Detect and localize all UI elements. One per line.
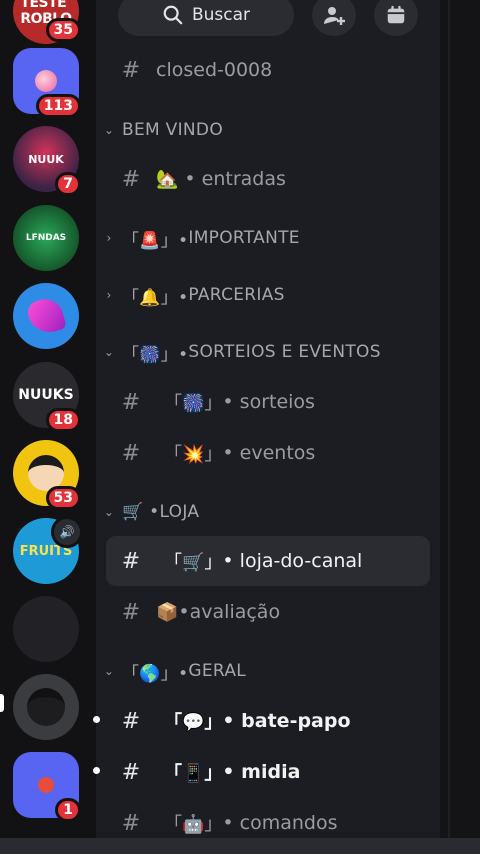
category-sorteios-e-eventos[interactable]: ⌄ 「🎆」• SORTEIOS E EVENTOS (102, 337, 432, 367)
collision-icon: 「💥」 (164, 444, 223, 465)
search-icon (163, 5, 183, 25)
server-icon[interactable]: LFNDAS (13, 205, 79, 271)
unread-badge: 18 (45, 408, 81, 432)
chevron-right-icon: › (106, 288, 112, 302)
category-prefix: 🛒 • (122, 502, 160, 522)
speaker-icon: 🔊 (51, 516, 83, 548)
server-icon[interactable]: 1 (13, 752, 81, 822)
search-label: Buscar (191, 5, 251, 25)
category-label: BEM VINDO (122, 120, 224, 140)
text-channel-icon: # (121, 759, 141, 785)
category-label: LOJA (159, 502, 200, 522)
channel-name: •avaliação (178, 601, 281, 623)
chevron-right-icon: › (106, 231, 112, 245)
server-logo-icon (38, 777, 54, 793)
channel-avaliacao[interactable]: # 📦 •avaliação (106, 588, 430, 636)
channel-name: • eventos (222, 442, 316, 464)
category-importante[interactable]: › 「🚨」• IMPORTANTE (102, 223, 432, 253)
category-prefix: 「🚨」• (122, 230, 189, 251)
category-bem-vindo[interactable]: ⌄ BEM VINDO (102, 115, 432, 145)
text-channel-icon: # (121, 166, 141, 192)
server-icon[interactable] (13, 596, 79, 662)
calendar-icon (387, 5, 405, 24)
text-channel-icon: # (121, 548, 141, 574)
text-channel-icon: # (121, 389, 141, 415)
text-channel-icon: # (121, 708, 141, 734)
selected-server-indicator (0, 694, 4, 712)
server-icon[interactable]: NUUK 7 (13, 126, 81, 196)
channel-name: • sorteios (222, 391, 315, 413)
channel-name: • loja-do-canal (222, 550, 363, 572)
category-label: PARCERIAS (188, 285, 285, 305)
category-parcerias[interactable]: › 「🔔」• PARCERIAS (102, 280, 432, 310)
channel-name: • entradas (184, 168, 286, 190)
chat-area-edge (440, 0, 480, 854)
unread-badge: 53 (45, 486, 81, 510)
text-channel-icon: # (121, 57, 141, 83)
server-icon[interactable]: TESTE ROBLO 35 (13, 0, 81, 44)
channel-eventos[interactable]: # 「💥」 • eventos (106, 429, 430, 477)
unread-indicator (93, 716, 100, 723)
server-icon[interactable]: 53 (13, 440, 81, 510)
category-prefix: 「🔔」• (122, 287, 189, 308)
chevron-down-icon: ⌄ (103, 345, 115, 359)
bottom-nav-bar (0, 838, 480, 854)
category-prefix: 「🎆」• (122, 344, 189, 365)
unread-indicator (93, 767, 100, 774)
category-loja[interactable]: ⌄ 🛒 • LOJA (102, 497, 432, 527)
robot-icon: 「🤖」 (164, 814, 223, 835)
channel-name: closed-0008 (156, 59, 273, 81)
house-icon: 🏡 (156, 168, 179, 190)
category-prefix: 「🌎」• (122, 663, 189, 684)
text-channel-icon: # (121, 810, 141, 836)
server-icon[interactable] (13, 674, 79, 740)
channel-loja-do-canal[interactable]: # 「🛒」 • loja-do-canal (106, 536, 430, 586)
channel-name: • bate-papo (222, 710, 351, 732)
channel-sorteios[interactable]: # 「🎆」 • sorteios (106, 378, 430, 426)
channel-entradas[interactable]: # 🏡 • entradas (106, 155, 430, 203)
chevron-down-icon: ⌄ (103, 123, 115, 137)
chevron-down-icon: ⌄ (103, 505, 115, 519)
channel-name: • comandos (222, 812, 338, 834)
unread-badge: 1 (55, 798, 81, 822)
server-icon[interactable]: FRUITS 🔊 (13, 516, 83, 584)
avatar (27, 688, 65, 726)
server-icon[interactable]: NUUKS 18 (13, 362, 81, 432)
server-icon[interactable] (13, 283, 79, 349)
channel-name: • midia (222, 761, 301, 783)
server-logo-icon (35, 70, 57, 92)
phone-icon: 「📱」 (164, 763, 223, 784)
category-label: IMPORTANTE (188, 228, 300, 248)
category-label: GERAL (188, 661, 247, 681)
text-channel-icon: # (121, 440, 141, 466)
speech-bubble-icon: 「💬」 (164, 712, 223, 733)
chevron-down-icon: ⌄ (103, 664, 115, 678)
add-member-icon (324, 7, 345, 25)
channel-closed-0008[interactable]: # closed-0008 (106, 46, 430, 94)
text-channel-icon: # (121, 599, 141, 625)
package-icon: 📦 (156, 601, 179, 623)
cart-icon: 「🛒」 (164, 552, 223, 573)
server-icon[interactable]: 113 (13, 48, 81, 118)
server-logo-icon (25, 295, 67, 337)
unread-badge: 35 (45, 18, 81, 42)
category-geral[interactable]: ⌄ 「🌎」• GERAL (102, 656, 432, 686)
unread-badge: 7 (55, 172, 81, 196)
channel-midia[interactable]: # 「📱」 • midia (106, 748, 430, 796)
fireworks-icon: 「🎆」 (164, 393, 223, 414)
category-label: SORTEIOS E EVENTOS (188, 342, 381, 362)
unread-badge: 113 (35, 94, 81, 118)
server-rail: TESTE ROBLO 35 113 NUUK 7 LFNDAS NUUKS 18… (0, 0, 96, 854)
search-button[interactable]: Buscar (118, 0, 294, 36)
channel-bate-papo[interactable]: # 「💬」 • bate-papo (106, 697, 430, 745)
